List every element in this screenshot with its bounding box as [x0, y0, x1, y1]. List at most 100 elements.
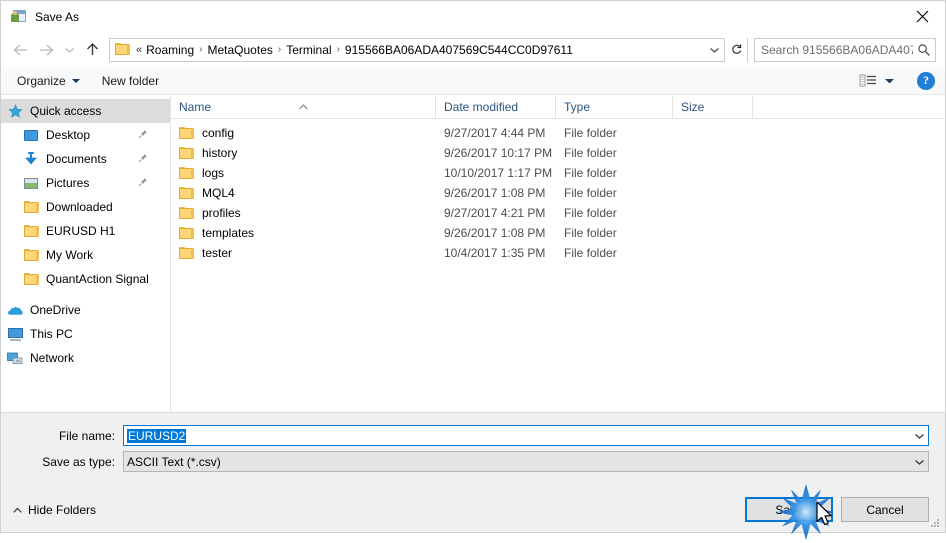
command-toolbar: Organize New folder ? — [1, 67, 945, 95]
navigation-sidebar: Quick access Desktop Documents Pictures … — [1, 95, 171, 412]
column-header-type[interactable]: Type — [556, 96, 673, 118]
table-row[interactable]: config 9/27/2017 4:44 PM File folder — [171, 123, 945, 143]
sidebar-item-label: OneDrive — [30, 303, 81, 317]
sidebar-item-network[interactable]: Network — [1, 346, 170, 370]
file-name-label: templates — [202, 226, 255, 240]
table-row[interactable]: MQL4 9/26/2017 1:08 PM File folder — [171, 183, 945, 203]
file-name-cell: MQL4 — [171, 186, 436, 200]
breadcrumb-separator-icon: › — [336, 44, 340, 55]
file-name-label: tester — [202, 246, 233, 260]
file-date-cell: 10/4/2017 1:35 PM — [444, 246, 546, 260]
save-as-dialog: Save As « Roaming › MetaQuotes › Termina… — [0, 0, 946, 540]
file-name-label: File name: — [58, 428, 115, 443]
chevron-down-icon — [71, 78, 80, 83]
pin-icon[interactable] — [138, 176, 148, 190]
sidebar-item-desktop[interactable]: Desktop — [1, 123, 170, 147]
address-bar-row: « Roaming › MetaQuotes › Terminal › 9155… — [1, 32, 945, 67]
breadcrumb-item-roaming[interactable]: Roaming — [144, 43, 196, 57]
file-name-cell: templates — [171, 226, 436, 240]
table-row[interactable]: profiles 9/27/2017 4:21 PM File folder — [171, 203, 945, 223]
file-name-value: EURUSD2 — [127, 428, 187, 443]
breadcrumb: « Roaming › MetaQuotes › Terminal › 9155… — [135, 43, 704, 57]
view-layout-icon[interactable] — [859, 73, 879, 89]
refresh-icon[interactable] — [724, 37, 747, 62]
hide-folders-button[interactable]: Hide Folders — [13, 503, 96, 517]
folder-icon — [179, 166, 194, 180]
folder-icon — [23, 271, 39, 287]
column-header-size[interactable]: Size — [673, 96, 753, 118]
sidebar-item-quick-access[interactable]: Quick access — [1, 99, 170, 123]
file-type-cell: File folder — [564, 206, 617, 220]
address-bar[interactable]: « Roaming › MetaQuotes › Terminal › 9155… — [109, 37, 748, 62]
file-date-cell: 9/26/2017 10:17 PM — [444, 146, 553, 160]
breadcrumb-item-metaquotes[interactable]: MetaQuotes — [206, 43, 275, 57]
search-input[interactable]: Search 915566BA06ADA40756... — [755, 43, 913, 57]
save-as-type-chevron-down-icon[interactable] — [911, 452, 928, 471]
file-name-combobox[interactable]: EURUSD2 — [123, 425, 929, 446]
file-name-row: File name: EURUSD2 — [1, 425, 945, 446]
folder-icon — [179, 146, 194, 160]
organize-button[interactable]: Organize — [17, 74, 80, 88]
breadcrumb-overflow-icon[interactable]: « — [135, 44, 144, 56]
title-bar: Save As — [1, 1, 945, 32]
new-folder-button[interactable]: New folder — [102, 74, 159, 88]
breadcrumb-item-terminal-id[interactable]: 915566BA06ADA407569C544CC0D97611 — [343, 43, 575, 57]
file-list: Name Date modified Type Size config 9/27… — [171, 95, 945, 412]
file-name-label: history — [202, 146, 238, 160]
folder-icon — [179, 186, 194, 200]
recent-locations-chevron-down-icon[interactable] — [59, 37, 79, 63]
sidebar-item-documents[interactable]: Documents — [1, 147, 170, 171]
view-options-chevron-down-icon[interactable] — [879, 68, 899, 94]
file-name-cell: profiles — [171, 206, 436, 220]
breadcrumb-item-terminal[interactable]: Terminal — [284, 43, 333, 57]
column-header-date-modified[interactable]: Date modified — [436, 96, 556, 118]
breadcrumb-separator-icon: › — [277, 44, 282, 55]
table-row[interactable]: history 9/26/2017 10:17 PM File folder — [171, 143, 945, 163]
organize-label: Organize — [17, 73, 66, 88]
arrow-left-icon[interactable] — [7, 37, 33, 63]
column-header-name[interactable]: Name — [171, 96, 436, 118]
folder-icon — [179, 126, 194, 140]
onedrive-cloud-icon — [7, 302, 23, 318]
search-box[interactable]: Search 915566BA06ADA40756... — [754, 37, 936, 62]
dialog-footer: Hide Folders Save Cancel — [1, 487, 945, 532]
arrow-up-icon[interactable] — [79, 37, 105, 63]
chevron-up-icon — [13, 503, 22, 517]
sidebar-item-onedrive[interactable]: OneDrive — [1, 298, 170, 322]
sort-ascending-icon — [299, 96, 308, 110]
help-icon[interactable]: ? — [917, 71, 935, 90]
sidebar-item-pictures[interactable]: Pictures — [1, 171, 170, 195]
sidebar-item-label: This PC — [30, 327, 73, 341]
cancel-button[interactable]: Cancel — [841, 497, 929, 522]
table-row[interactable]: tester 10/4/2017 1:35 PM File folder — [171, 243, 945, 263]
file-name-chevron-down-icon[interactable] — [911, 426, 928, 445]
table-row[interactable]: logs 10/10/2017 1:17 PM File folder — [171, 163, 945, 183]
table-row[interactable]: templates 9/26/2017 1:08 PM File folder — [171, 223, 945, 243]
file-date-cell: 10/10/2017 1:17 PM — [444, 166, 553, 180]
pictures-icon — [23, 175, 39, 191]
file-name-input[interactable]: EURUSD2 — [124, 428, 911, 443]
sidebar-item-this-pc[interactable]: This PC — [1, 322, 170, 346]
close-button[interactable] — [899, 1, 945, 31]
sidebar-item-quantaction-signal[interactable]: QuantAction Signal — [1, 267, 170, 291]
sidebar-item-my-work[interactable]: My Work — [1, 243, 170, 267]
file-type-cell: File folder — [564, 166, 617, 180]
network-icon — [7, 350, 23, 366]
address-dropdown-chevron-down-icon[interactable] — [704, 39, 724, 61]
file-type-cell: File folder — [564, 186, 617, 200]
column-header-row: Name Date modified Type Size — [171, 95, 945, 119]
pin-icon[interactable] — [138, 128, 148, 142]
file-name-cell: history — [171, 146, 436, 160]
pin-icon[interactable] — [138, 152, 148, 166]
sidebar-item-label: Documents — [46, 152, 107, 166]
resize-grip-icon[interactable] — [929, 517, 941, 529]
arrow-right-icon[interactable] — [33, 37, 59, 63]
sidebar-item-label: Downloaded — [46, 200, 113, 214]
save-as-type-combobox[interactable]: ASCII Text (*.csv) — [123, 451, 929, 472]
folder-icon — [179, 206, 194, 220]
save-button[interactable]: Save — [745, 497, 833, 522]
sidebar-item-eurusd-h1[interactable]: EURUSD H1 — [1, 219, 170, 243]
sidebar-item-label: Quick access — [30, 104, 102, 118]
sidebar-item-downloaded[interactable]: Downloaded — [1, 195, 170, 219]
file-type-cell: File folder — [564, 226, 617, 240]
